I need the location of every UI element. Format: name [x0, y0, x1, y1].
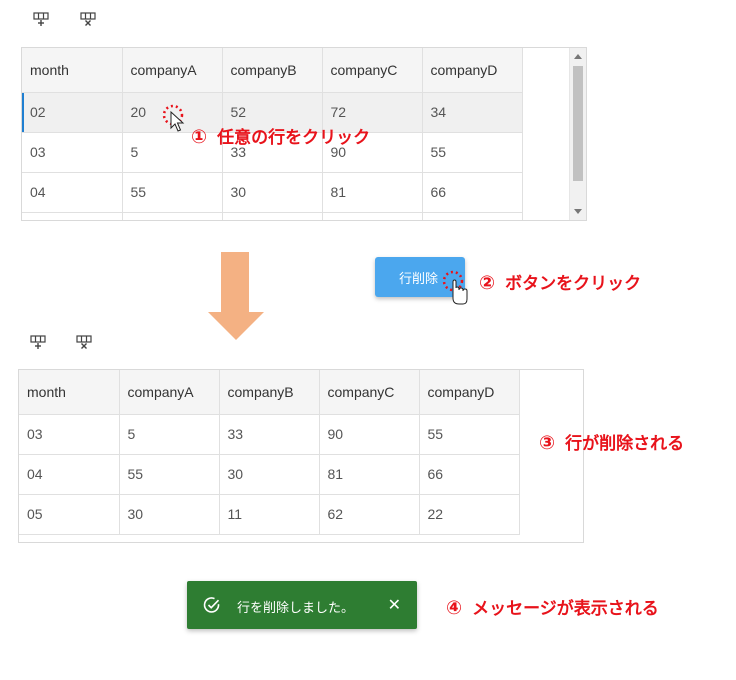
cell[interactable]: 66 — [419, 454, 520, 495]
annotation-step3: ③ 行が削除される — [539, 429, 684, 454]
table-row[interactable]: 03 5 33 90 55 — [19, 414, 520, 455]
click-indicator-icon — [162, 104, 185, 132]
cell[interactable]: 55 — [122, 172, 223, 213]
hand-cursor-icon — [442, 270, 468, 305]
header-month[interactable]: month — [22, 48, 123, 93]
header-companyC[interactable]: companyC — [322, 48, 423, 93]
header-companyD[interactable]: companyD — [419, 370, 520, 415]
cell[interactable] — [222, 212, 323, 220]
table-row[interactable]: 04 55 30 81 66 — [22, 172, 523, 213]
cell[interactable]: 30 — [119, 494, 220, 535]
scroll-down-icon[interactable] — [574, 209, 582, 214]
table-row[interactable] — [22, 212, 523, 220]
table-row[interactable]: 05 30 11 62 22 — [19, 494, 520, 535]
header-companyB[interactable]: companyB — [222, 48, 323, 93]
cell[interactable]: 81 — [319, 454, 420, 495]
grid-header-row: month companyA companyB companyC company… — [19, 370, 520, 415]
step4-text: メッセージが表示される — [472, 599, 659, 619]
vertical-scrollbar[interactable] — [569, 48, 586, 220]
cell[interactable]: 33 — [219, 414, 320, 455]
table-row[interactable]: 04 55 30 81 66 — [19, 454, 520, 495]
header-companyC[interactable]: companyC — [319, 370, 420, 415]
cell[interactable]: 30 — [222, 172, 323, 213]
cell[interactable] — [22, 212, 123, 220]
cell[interactable]: 05 — [19, 494, 120, 535]
data-grid-after: month companyA companyB companyC company… — [18, 369, 584, 543]
cell[interactable]: 66 — [422, 172, 523, 213]
step2-number: ② — [479, 272, 496, 294]
cell[interactable]: 04 — [22, 172, 123, 213]
header-month[interactable]: month — [19, 370, 120, 415]
step4-number: ④ — [446, 597, 463, 619]
annotation-step1: ① 任意の行をクリック — [191, 123, 370, 148]
annotation-step2: ② ボタンをクリック — [479, 269, 641, 294]
step1-text: 任意の行をクリック — [217, 128, 371, 148]
close-icon[interactable]: ✕ — [388, 595, 401, 615]
cell[interactable]: 55 — [419, 414, 520, 455]
header-companyA[interactable]: companyA — [119, 370, 220, 415]
cell[interactable]: 03 — [22, 132, 123, 173]
add-row-icon[interactable] — [33, 12, 49, 26]
check-circle-icon — [203, 597, 220, 613]
grid-header-row: month companyA companyB companyC company… — [22, 48, 523, 93]
cell[interactable]: 55 — [422, 132, 523, 173]
toast-notification: 行を削除しました。 ✕ — [187, 581, 417, 629]
cell[interactable]: 22 — [419, 494, 520, 535]
cell[interactable]: 81 — [322, 172, 423, 213]
cell[interactable] — [422, 212, 523, 220]
cell[interactable]: 11 — [219, 494, 320, 535]
scroll-up-icon[interactable] — [574, 54, 582, 59]
cell[interactable]: 5 — [119, 414, 220, 455]
scroll-thumb[interactable] — [573, 66, 583, 181]
step2-text: ボタンをクリック — [505, 274, 642, 294]
toast-message: 行を削除しました。 — [237, 600, 355, 615]
header-companyD[interactable]: companyD — [422, 48, 523, 93]
step3-number: ③ — [539, 432, 556, 454]
delete-row-button-label: 行削除 — [399, 270, 439, 286]
cell[interactable]: 30 — [219, 454, 320, 495]
step3-text: 行が削除される — [565, 434, 685, 454]
cell[interactable]: 03 — [19, 414, 120, 455]
cell[interactable]: 04 — [19, 454, 120, 495]
delete-row-icon[interactable] — [76, 335, 92, 349]
cell[interactable] — [322, 212, 423, 220]
cell[interactable] — [122, 212, 223, 220]
header-companyB[interactable]: companyB — [219, 370, 320, 415]
delete-row-icon[interactable] — [80, 12, 96, 26]
grid-table: month companyA companyB companyC company… — [19, 370, 520, 535]
cell[interactable]: 02 — [22, 92, 123, 133]
annotation-step4: ④ メッセージが表示される — [446, 594, 659, 619]
step1-number: ① — [191, 126, 208, 148]
cell[interactable]: 34 — [422, 92, 523, 133]
header-companyA[interactable]: companyA — [122, 48, 223, 93]
cell[interactable]: 62 — [319, 494, 420, 535]
cell[interactable]: 55 — [119, 454, 220, 495]
cell[interactable]: 90 — [319, 414, 420, 455]
add-row-icon[interactable] — [30, 335, 46, 349]
arrow-down-icon — [208, 252, 264, 340]
